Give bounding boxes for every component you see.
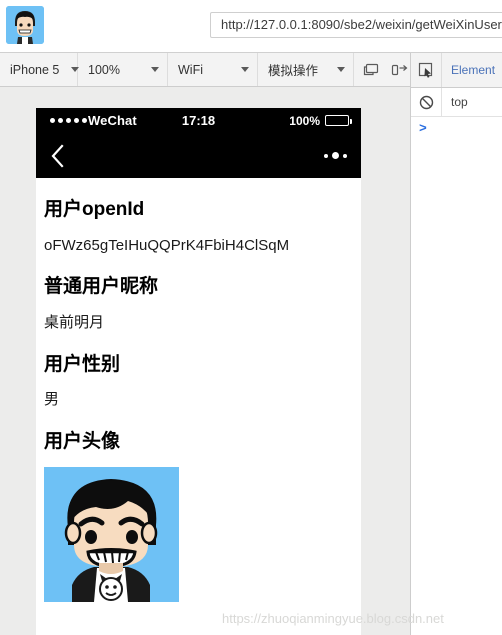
throttling-select-label: 模拟操作 (268, 64, 319, 78)
back-chevron-icon[interactable] (50, 133, 78, 178)
chevron-down-icon (241, 67, 249, 72)
console-context-selector[interactable]: top (442, 95, 468, 109)
network-select-label: WiFi (178, 62, 203, 77)
user-avatar-image (44, 466, 179, 602)
field-value-nickname: 桌前明月 (44, 314, 105, 331)
device-select-label: iPhone 5 (10, 62, 60, 77)
device-toolbar-icons (354, 53, 417, 86)
device-dimensions-icon[interactable] (390, 61, 408, 79)
field-heading-avatar: 用户头像 (44, 430, 121, 452)
page-content: 用户openId oFWz65gTeIHuQQPrK4FbiH4ClSqM 普通… (36, 198, 361, 635)
url-bar[interactable]: http://127.0.0.1:8090/sbe2/weixin/getWei… (210, 12, 502, 38)
phone-viewport: WeChat 17:18 100% 用户openId oFWz65gTeIHuQ… (36, 108, 361, 635)
inspect-element-icon[interactable] (411, 53, 442, 87)
zoom-select-label: 100% (88, 62, 120, 77)
status-bar-battery-group: 100% (289, 108, 352, 133)
field-value-openid: oFWz65gTeIHuQQPrK4FbiH4ClSqM (44, 236, 290, 254)
field-heading-gender: 用户性别 (44, 353, 121, 375)
browser-top-bar: http://127.0.0.1:8090/sbe2/weixin/getWei… (0, 0, 502, 53)
throttling-select[interactable]: 模拟操作 (258, 53, 354, 86)
zoom-select[interactable]: 100% (78, 53, 168, 86)
rotate-screen-icon[interactable] (362, 61, 380, 79)
phone-nav-bar (36, 133, 361, 178)
chevron-down-icon (337, 67, 345, 72)
network-select[interactable]: WiFi (168, 53, 258, 86)
tab-elements[interactable]: Element (442, 63, 495, 77)
field-heading-openid: 用户openId (44, 199, 145, 220)
battery-icon (325, 115, 352, 126)
field-value-gender: 男 (44, 391, 60, 409)
phone-status-bar: WeChat 17:18 100% (36, 108, 361, 133)
battery-percent-label: 100% (289, 113, 320, 128)
field-heading-nickname: 普通用户昵称 (44, 276, 159, 298)
clear-console-icon[interactable] (411, 88, 442, 116)
devtools-panel: Element top > (410, 53, 502, 635)
devtools-console-bar: top (411, 88, 502, 117)
console-prompt-icon[interactable]: > (419, 121, 427, 136)
device-select[interactable]: iPhone 5 (0, 53, 80, 86)
avatar-favicon (6, 6, 44, 44)
more-options-icon[interactable] (324, 133, 347, 178)
url-text: http://127.0.0.1:8090/sbe2/weixin/getWei… (221, 17, 502, 32)
chevron-down-icon (151, 67, 159, 72)
devtools-tab-bar: Element (411, 53, 502, 88)
